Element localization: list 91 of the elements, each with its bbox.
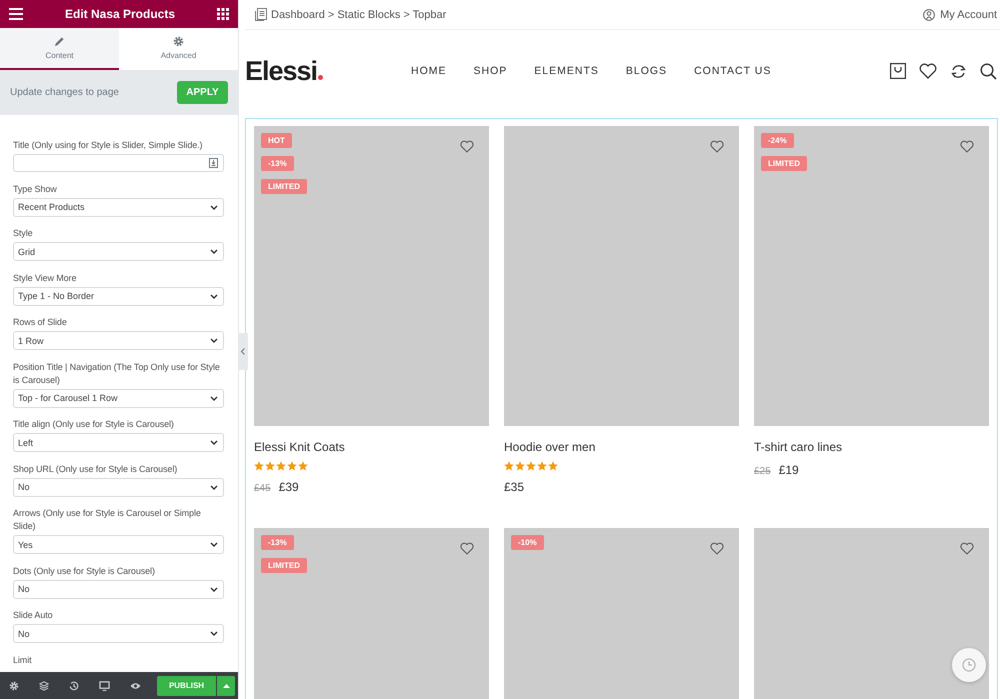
monitor-icon[interactable] [99, 680, 110, 690]
panel-tab[interactable]: Content [0, 28, 119, 70]
star-icon [548, 461, 558, 471]
collapse-handle[interactable] [238, 333, 248, 370]
panel-title: Edit Nasa Products [64, 7, 176, 21]
product-name[interactable]: Elessi Knit Coats [254, 440, 489, 454]
select-field[interactable]: Type 1 - No Border [13, 286, 224, 306]
product-name[interactable]: T-shirt caro lines [754, 440, 989, 454]
star-icon [254, 461, 264, 471]
star-icon [265, 461, 275, 471]
field-label: Position Title | Navigation (The Top Only use for Style is Carousel) [13, 360, 221, 386]
field-label: Slide Auto [13, 609, 54, 622]
old-price: £45 [254, 483, 271, 494]
nav-link[interactable]: BLOGS [626, 65, 668, 77]
select-field[interactable]: 1 Row [13, 331, 224, 350]
heart-icon[interactable] [919, 63, 937, 79]
field-label: Type Show [13, 182, 58, 196]
account-link[interactable]: My Account [923, 8, 997, 20]
chevron-down-icon [210, 484, 218, 490]
product-name[interactable]: Hoodie over men [504, 440, 739, 454]
chevron-down-icon [210, 440, 218, 445]
select-field[interactable]: No [13, 624, 224, 643]
field-label: Style View More [13, 272, 78, 284]
chevron-down-icon [210, 542, 218, 547]
nav-link[interactable]: HOME [411, 65, 446, 77]
field-label: Dots (Only use for Style is Carousel) [13, 564, 156, 578]
logo-dot-icon [318, 74, 324, 80]
chevron-down-icon [210, 396, 218, 400]
select-field[interactable]: Left [13, 433, 224, 452]
product-badge: -13% [261, 156, 294, 171]
shopping-bag-icon[interactable] [890, 63, 906, 79]
star-icon [515, 461, 525, 471]
select-field[interactable]: Top - for Carousel 1 Row [13, 388, 224, 408]
select-field[interactable]: Yes [13, 535, 224, 554]
chevron-down-icon [210, 631, 218, 636]
field-label: Title align (Only use for Style is Carousel) [13, 418, 175, 431]
product-price: £39 [278, 480, 299, 494]
chevron-down-icon [210, 586, 218, 592]
select-field[interactable]: No [13, 580, 224, 598]
gear-icon [173, 36, 184, 47]
star-icon [526, 461, 536, 471]
grid-icon[interactable] [217, 8, 229, 20]
product-badge: LIMITED [761, 156, 807, 171]
nav-link[interactable]: CONTACT US [694, 65, 772, 77]
nav-link[interactable]: ELEMENTS [534, 65, 599, 77]
chevron-left-icon [241, 348, 245, 355]
star-icon [504, 461, 514, 471]
text-field[interactable] [13, 154, 224, 172]
field-label: Limit [13, 654, 33, 666]
star-icon [276, 461, 286, 471]
product-badge: -24% [761, 133, 794, 148]
menu-icon[interactable] [9, 8, 23, 20]
field-label: Arrows (Only use for Style is Carousel or Simple Slide) [13, 507, 202, 533]
star-icon [287, 461, 297, 471]
field-label: Shop URL (Only use for Style is Carousel) [13, 462, 178, 476]
caret-up-icon [222, 684, 230, 688]
product-badge: HOT [261, 133, 292, 148]
product-badge: LIMITED [261, 558, 307, 573]
chevron-down-icon [210, 249, 218, 254]
pencil-icon [54, 36, 65, 47]
chevron-down-icon [210, 294, 218, 298]
product-badge: -10% [511, 535, 544, 550]
field-label: Rows of Slide [13, 316, 68, 329]
nav-link[interactable]: SHOP [474, 65, 508, 77]
document-icon [255, 8, 267, 21]
user-icon [923, 8, 936, 20]
publish-options-button[interactable] [217, 676, 235, 696]
product-badge: LIMITED [261, 179, 307, 194]
field-label: Title (Only using for Style is Slider, Simple Slide.) [13, 139, 204, 152]
history-icon[interactable] [69, 680, 79, 690]
clock-icon [962, 658, 976, 672]
select-field[interactable]: Recent Products [13, 198, 224, 216]
layers-icon[interactable] [39, 680, 49, 690]
settings-icon[interactable] [9, 680, 19, 690]
field-label: Style [13, 227, 34, 240]
update-text: Update changes to page [10, 87, 119, 98]
breadcrumb: Dashboard > Static Blocks > Topbar [271, 8, 446, 20]
site-logo[interactable]: Elessi [245, 56, 318, 86]
refresh-icon[interactable] [950, 62, 967, 80]
star-icon [298, 461, 308, 471]
chevron-down-icon [210, 204, 218, 210]
search-icon[interactable] [980, 62, 997, 80]
old-price: £25 [754, 466, 771, 477]
select-field[interactable]: No [13, 478, 224, 496]
product-price: £19 [778, 463, 799, 477]
chevron-down-icon [210, 338, 218, 343]
product-badge: -13% [261, 535, 294, 550]
select-field[interactable]: Grid [13, 242, 224, 261]
product-price: £35 [504, 480, 524, 494]
eye-icon[interactable] [130, 682, 141, 690]
star-icon [537, 461, 547, 471]
